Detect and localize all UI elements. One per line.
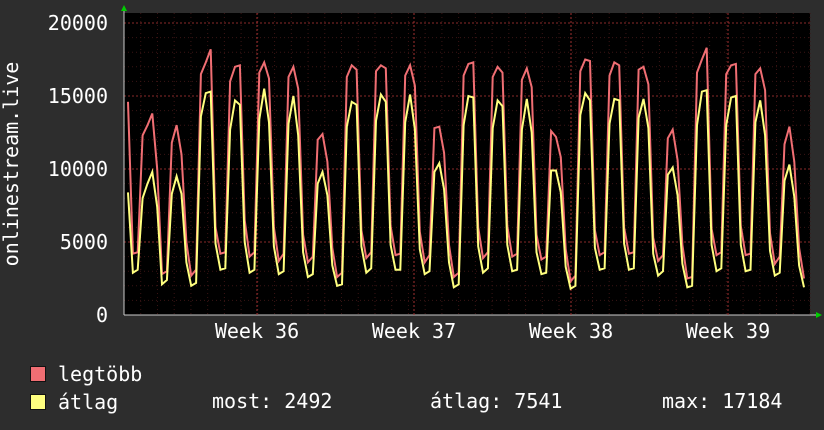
stat-current: most: 2492	[212, 389, 333, 413]
legend-swatch-avg	[30, 394, 46, 410]
y-axis-label: onlinestream.live	[0, 62, 23, 267]
legend-label-avg: átlag	[58, 390, 119, 414]
y-tick-label: 15000	[48, 84, 108, 108]
x-tick-label: Week 38	[529, 319, 613, 343]
y-axis-arrow	[121, 5, 127, 11]
legend-swatch-max	[30, 366, 46, 382]
y-tick-label: 10000	[48, 157, 108, 181]
y-tick-label: 5000	[60, 230, 108, 254]
legend-item-max: legtöbb	[30, 361, 142, 387]
x-axis: Week 36 Week 37 Week 38 Week 39	[215, 319, 770, 343]
y-tick-label: 20000	[48, 11, 108, 35]
y-tick-label: 0	[96, 303, 108, 327]
chart-svg: 05000100001500020000 Week 36 Week 37 Week …	[0, 5, 822, 343]
y-axis: 0 5000 10000 15000 20000	[48, 11, 108, 327]
x-tick-label: Week 39	[686, 319, 770, 343]
x-axis-arrow	[816, 312, 822, 318]
legend-item-avg: átlag	[30, 389, 118, 415]
x-tick-label: Week 37	[372, 319, 456, 343]
legend-label-max: legtöbb	[58, 362, 143, 386]
stat-maximum: max: 17184	[662, 389, 783, 413]
stat-average: átlag: 7541	[430, 389, 563, 413]
x-tick-label: Week 36	[215, 319, 299, 343]
